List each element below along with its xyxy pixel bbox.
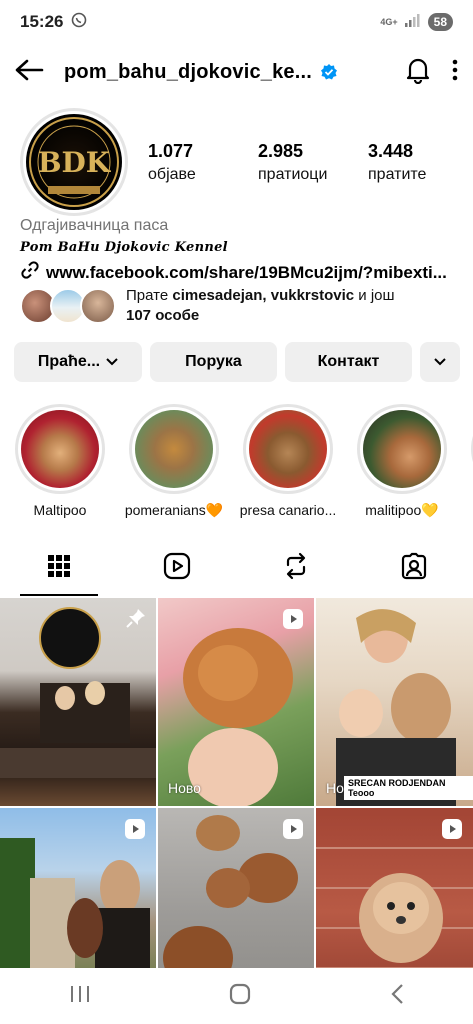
avatar xyxy=(80,288,116,324)
posts-label: објаве xyxy=(148,165,196,183)
reels-icon xyxy=(163,552,191,585)
tab-reposts[interactable] xyxy=(237,540,355,596)
post-image xyxy=(336,609,456,806)
posts-count: 1.077 xyxy=(148,140,194,161)
status-bar: 15:26 4G+ 58 xyxy=(0,0,473,44)
profile-category: Одгајивачница паса xyxy=(20,217,169,234)
post-thumbnail[interactable]: Ново xyxy=(158,598,314,806)
link-icon xyxy=(20,260,40,285)
stat-following[interactable]: 3.448 пратите xyxy=(368,141,468,184)
verified-badge-icon xyxy=(320,63,338,81)
suggested-users-button[interactable] xyxy=(420,342,460,382)
battery-indicator: 58 xyxy=(427,13,453,31)
followers-label: пратиоци xyxy=(258,165,328,183)
svg-text:BDK: BDK xyxy=(38,146,112,179)
contact-button-label: Контакт xyxy=(317,353,380,370)
signal-icon xyxy=(404,13,421,32)
tab-grid[interactable] xyxy=(0,540,118,596)
chevron-down-icon xyxy=(434,353,446,371)
pin-icon xyxy=(126,608,146,633)
reel-icon xyxy=(441,818,463,845)
following-button-label: Прaће... xyxy=(37,353,101,370)
bell-icon[interactable] xyxy=(405,56,431,89)
stat-posts[interactable]: 1.077 објаве xyxy=(148,141,248,184)
kennel-logo: BDK xyxy=(29,117,119,207)
following-label: пратите xyxy=(368,165,427,183)
posts-grid: Ново Ново SRECAN RODJENDAN Teooo xyxy=(0,598,473,1016)
reel-icon xyxy=(124,818,146,845)
reposts-icon xyxy=(282,552,310,585)
story-highlights: Maltipoo pomeranians🧡 presa canario... m… xyxy=(14,404,473,519)
followed-avatars xyxy=(20,287,120,325)
profile-summary: BDK 1.077 објаве 2.985 пратиоци 3.448 пр… xyxy=(20,108,460,216)
tab-tagged[interactable] xyxy=(355,540,473,596)
username: pom_bahu_djokovic_ke... xyxy=(64,60,313,83)
highlight-label: Maltipoo xyxy=(33,502,87,518)
followed-by[interactable]: Прате cimesadejan, vukkrstovic и још 107… xyxy=(20,286,460,326)
home-icon[interactable] xyxy=(229,983,251,1010)
status-time: 15:26 xyxy=(20,12,64,31)
avatar[interactable]: BDK xyxy=(20,108,128,216)
bio-link[interactable]: www.facebook.com/share/19BMcu2ijm/?mibex… xyxy=(20,260,460,285)
chevron-down-icon xyxy=(106,353,118,371)
reel-icon xyxy=(282,818,304,845)
recent-apps-icon[interactable] xyxy=(69,984,91,1009)
network-label: 4G+ xyxy=(380,16,398,27)
back-arrow-icon[interactable] xyxy=(14,58,44,87)
profile-header: pom_bahu_djokovic_ke... xyxy=(0,46,473,98)
message-button[interactable]: Порука xyxy=(150,342,277,382)
tagged-icon xyxy=(400,552,428,585)
following-button[interactable]: Прaће... xyxy=(14,342,142,382)
post-caption: SRECAN RODJENDAN Teooo xyxy=(344,776,473,800)
grid-icon xyxy=(47,554,71,583)
followers-count: 2.985 xyxy=(258,140,304,161)
highlight-item[interactable]: Maltipoo xyxy=(14,404,106,519)
profile-actions: Прaће... Порука Контакт xyxy=(14,342,460,382)
post-thumbnail[interactable]: Ново SRECAN RODJENDAN Teooo xyxy=(316,598,473,806)
highlight-item[interactable]: presa canario... xyxy=(239,404,337,519)
back-icon[interactable] xyxy=(390,983,404,1010)
highlight-item[interactable]: pomeranians🧡 xyxy=(124,404,224,519)
contact-button[interactable]: Контакт xyxy=(285,342,412,382)
post-thumbnail[interactable] xyxy=(0,598,156,806)
post-badge: Ново xyxy=(168,780,201,796)
more-icon[interactable] xyxy=(451,58,459,87)
link-text[interactable]: www.facebook.com/share/19BMcu2ijm/?mibex… xyxy=(46,263,447,283)
highlight-label: pomeranians🧡 xyxy=(124,502,224,518)
tab-reels[interactable] xyxy=(118,540,236,596)
reel-icon xyxy=(282,608,304,635)
following-count: 3.448 xyxy=(368,140,414,161)
viber-icon xyxy=(71,12,87,33)
highlight-label: malitipoo💛 xyxy=(365,502,439,518)
system-nav-bar xyxy=(0,968,473,1024)
highlight-item[interactable]: malitipoo💛 xyxy=(356,404,448,519)
bio-kennel-name: Pom BaHu Djokovic Kennel xyxy=(20,240,228,255)
message-button-label: Порука xyxy=(185,353,242,370)
profile-tabs xyxy=(0,540,473,596)
highlight-label: presa canario... xyxy=(239,502,337,518)
stat-followers[interactable]: 2.985 пратиоци xyxy=(258,141,358,184)
followed-by-text: Прате cimesadejan, vukkrstovic и још 107… xyxy=(126,287,395,324)
